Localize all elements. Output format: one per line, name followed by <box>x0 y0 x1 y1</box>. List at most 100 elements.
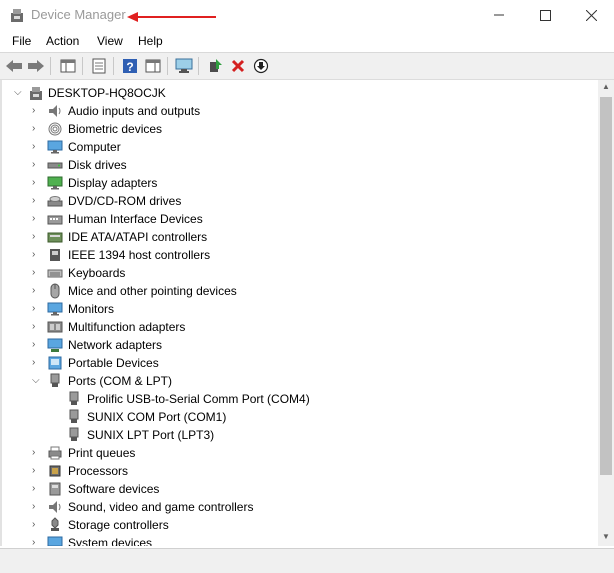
chevron-right-icon[interactable]: › <box>32 303 42 315</box>
chevron-right-icon[interactable]: › <box>32 519 42 531</box>
tree-item-print-queues[interactable]: › Print queues <box>2 444 592 462</box>
maximize-button[interactable] <box>522 0 568 30</box>
tree-item-label: System devices <box>68 536 153 546</box>
chevron-right-icon[interactable]: › <box>32 177 42 189</box>
tree-item-hid[interactable]: › Human Interface Devices <box>2 210 592 228</box>
dvd-drive-icon <box>47 193 63 209</box>
tree-item-label: Display adapters <box>68 176 158 190</box>
tree-item-label: Software devices <box>68 482 160 496</box>
speaker-icon <box>47 499 63 515</box>
chevron-right-icon[interactable]: › <box>32 231 42 243</box>
port-icon <box>66 391 82 407</box>
tree-item-label: Portable Devices <box>68 356 159 370</box>
tree-item-biometric[interactable]: › Biometric devices <box>2 120 592 138</box>
tree-item-label: Multifunction adapters <box>68 320 186 334</box>
chevron-right-icon[interactable]: › <box>32 447 42 459</box>
tree-item-sound[interactable]: › Sound, video and game controllers <box>2 498 592 516</box>
toolbar-separator <box>50 57 51 75</box>
scrollbar-thumb[interactable] <box>600 97 612 475</box>
tree-item-ports[interactable]: ⌵ Ports (COM & LPT) <box>2 372 592 390</box>
action-pane-icon[interactable] <box>143 56 163 76</box>
tree-root[interactable]: ⌵ DESKTOP-HQ8OCJK <box>2 84 592 102</box>
chevron-down-icon[interactable]: ⌵ <box>14 87 24 99</box>
tree-item-processors[interactable]: › Processors <box>2 462 592 480</box>
chevron-right-icon[interactable]: › <box>32 105 42 117</box>
show-hide-console-tree-icon[interactable] <box>58 56 78 76</box>
device-tree: ⌵ DESKTOP-HQ8OCJK › Audio inputs and out… <box>0 80 600 546</box>
chevron-right-icon[interactable]: › <box>32 141 42 153</box>
tree-item-label: Keyboards <box>68 266 126 280</box>
menu-action[interactable]: Action <box>46 34 79 48</box>
disk-drive-icon <box>47 157 63 173</box>
tree-item-disk-drives[interactable]: › Disk drives <box>2 156 592 174</box>
tree-item-multifunction[interactable]: › Multifunction adapters <box>2 318 592 336</box>
close-button[interactable] <box>568 0 614 30</box>
chevron-right-icon[interactable]: › <box>32 159 42 171</box>
chevron-right-icon[interactable]: › <box>32 213 42 225</box>
help-icon[interactable]: ? <box>120 56 140 76</box>
tree-item-system-devices[interactable]: › System devices <box>2 534 592 546</box>
ide-controller-icon <box>47 229 63 245</box>
tree-item-network[interactable]: › Network adapters <box>2 336 592 354</box>
tree-item-monitors[interactable]: › Monitors <box>2 300 592 318</box>
chevron-right-icon[interactable]: › <box>32 285 42 297</box>
tree-child-label: SUNIX LPT Port (LPT3) <box>87 428 215 442</box>
tree-item-label: Audio inputs and outputs <box>68 104 201 118</box>
tree-item-mice[interactable]: › Mice and other pointing devices <box>2 282 592 300</box>
scroll-up-arrow-icon[interactable]: ▲ <box>598 82 614 94</box>
chevron-right-icon[interactable]: › <box>32 483 42 495</box>
update-driver-icon[interactable] <box>205 56 225 76</box>
tree-item-audio[interactable]: › Audio inputs and outputs <box>2 102 592 120</box>
port-icon <box>47 373 63 389</box>
tree-item-ieee1394[interactable]: › IEEE 1394 host controllers <box>2 246 592 264</box>
minimize-button[interactable] <box>476 0 522 30</box>
tree-item-storage[interactable]: › Storage controllers <box>2 516 592 534</box>
menu-bar: File Action View Help <box>0 30 614 52</box>
disable-device-icon[interactable] <box>251 56 271 76</box>
back-arrow-icon[interactable] <box>4 56 24 76</box>
menu-view[interactable]: View <box>97 34 123 48</box>
port-icon <box>66 427 82 443</box>
tree-child-sunix-com[interactable]: SUNIX COM Port (COM1) <box>2 408 592 426</box>
chevron-right-icon[interactable]: › <box>32 123 42 135</box>
tree-item-keyboards[interactable]: › Keyboards <box>2 264 592 282</box>
tree-item-display-adapters[interactable]: › Display adapters <box>2 174 592 192</box>
tree-item-software-devices[interactable]: › Software devices <box>2 480 592 498</box>
uninstall-device-icon[interactable] <box>228 56 248 76</box>
chevron-right-icon[interactable]: › <box>32 195 42 207</box>
scroll-down-arrow-icon[interactable]: ▼ <box>598 532 614 544</box>
chevron-right-icon[interactable]: › <box>32 267 42 279</box>
tree-item-label: Network adapters <box>68 338 163 352</box>
scan-hardware-icon[interactable] <box>174 56 194 76</box>
vertical-scrollbar[interactable]: ▲ ▼ <box>598 80 614 546</box>
menu-help[interactable]: Help <box>138 34 163 48</box>
chevron-down-icon[interactable]: ⌵ <box>32 375 42 387</box>
chevron-right-icon[interactable]: › <box>32 249 42 261</box>
properties-icon[interactable] <box>89 56 109 76</box>
tree-item-label: Print queues <box>68 446 136 460</box>
monitor-icon <box>47 139 63 155</box>
tree-item-dvd[interactable]: › DVD/CD-ROM drives <box>2 192 592 210</box>
chevron-right-icon[interactable]: › <box>32 321 42 333</box>
chevron-right-icon[interactable]: › <box>32 339 42 351</box>
tree-item-portable[interactable]: › Portable Devices <box>2 354 592 372</box>
tree-item-computer[interactable]: › Computer <box>2 138 592 156</box>
system-device-icon <box>47 535 63 546</box>
tree-item-ide[interactable]: › IDE ATA/ATAPI controllers <box>2 228 592 246</box>
tree-child-sunix-lpt[interactable]: SUNIX LPT Port (LPT3) <box>2 426 592 444</box>
network-icon <box>47 337 63 353</box>
menu-file[interactable]: File <box>12 34 31 48</box>
hid-icon <box>47 211 63 227</box>
chevron-right-icon[interactable]: › <box>32 357 42 369</box>
chevron-right-icon[interactable]: › <box>32 465 42 477</box>
forward-arrow-icon[interactable] <box>26 56 46 76</box>
tree-child-prolific[interactable]: Prolific USB-to-Serial Comm Port (COM4) <box>2 390 592 408</box>
software-device-icon <box>47 481 63 497</box>
chevron-right-icon[interactable]: › <box>32 537 42 546</box>
chevron-right-icon[interactable]: › <box>32 501 42 513</box>
tree-item-label: Mice and other pointing devices <box>68 284 237 298</box>
tree-item-label: DVD/CD-ROM drives <box>68 194 182 208</box>
status-bar <box>0 548 614 573</box>
tree-child-label: Prolific USB-to-Serial Comm Port (COM4) <box>87 392 310 406</box>
toolbar-separator <box>198 57 199 75</box>
